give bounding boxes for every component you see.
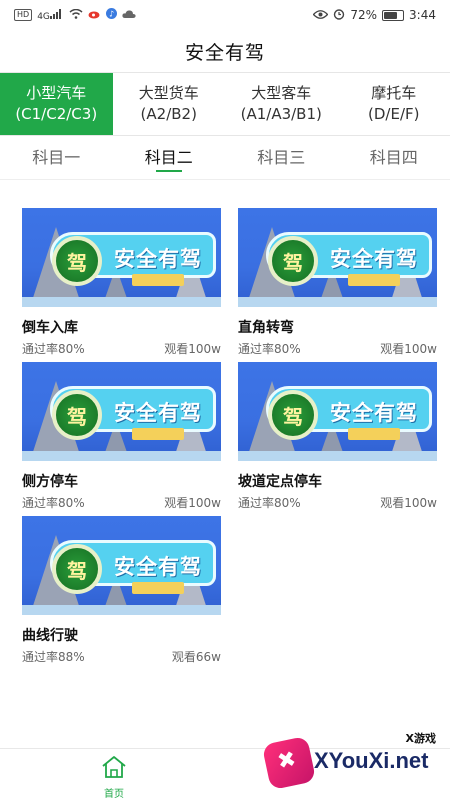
emblem-logo: 驾 (268, 236, 318, 286)
view-count: 观看100w (380, 342, 437, 356)
view-count: 观看100w (164, 342, 221, 356)
tab-subject-3[interactable]: 科目三 (225, 136, 338, 180)
tab-license-code: (C1/C2/C3) (15, 105, 98, 123)
thumbnail-title: 安全有驾 (114, 247, 202, 271)
svg-text:♪: ♪ (109, 10, 114, 19)
video-meta: 通过率88% 观看66w (22, 649, 221, 665)
view-count: 观看66w (171, 650, 221, 664)
vehicle-category-tabs: 小型汽车 (C1/C2/C3) 大型货车 (A2/B2) 大型客车 (A1/A3… (0, 72, 450, 136)
video-thumbnail[interactable]: 驾 安全有驾 (22, 516, 221, 615)
view-count: 观看100w (164, 496, 221, 510)
status-left: HD 4G ♪ (14, 8, 136, 22)
video-card[interactable]: 驾 安全有驾 侧方停车 通过率80% 观看100w (22, 362, 221, 516)
tab-license-code: (A1/A3/B1) (240, 105, 322, 123)
tab-motorcycle[interactable]: 摩托车 (D/E/F) (338, 73, 450, 135)
emblem-logo: 驾 (52, 236, 102, 286)
tab-subject-4[interactable]: 科目四 (338, 136, 450, 180)
pass-rate: 通过率80% (22, 342, 85, 356)
video-title: 曲线行驶 (22, 628, 78, 644)
video-meta: 通过率80% 观看100w (238, 341, 437, 357)
pass-rate: 通过率88% (22, 650, 85, 664)
signal-icon: 4G (37, 8, 64, 22)
video-thumbnail[interactable]: 驾 安全有驾 (238, 362, 437, 461)
watermark-top-text: X游戏 (405, 732, 436, 745)
thumbnail-subtitle-bar (348, 428, 400, 440)
weibo-icon (88, 8, 101, 22)
hd-indicator: HD (14, 9, 33, 21)
thumbnail-subtitle-bar (132, 428, 184, 440)
clock: 3:44 (409, 8, 436, 22)
tab-label: 大型客车 (251, 84, 312, 102)
nav-home-label: 首页 (104, 789, 124, 800)
watermark-main-text: XYouXi.net (314, 748, 429, 773)
video-card[interactable]: 驾 安全有驾 直角转弯 通过率80% 观看100w (238, 208, 437, 362)
video-thumbnail[interactable]: 驾 安全有驾 (22, 208, 221, 307)
status-bar: HD 4G ♪ 72% 3:44 (0, 0, 450, 30)
wifi-icon (69, 8, 83, 22)
video-title: 侧方停车 (22, 474, 78, 490)
video-thumbnail[interactable]: 驾 安全有驾 (22, 362, 221, 461)
alarm-icon (333, 8, 345, 23)
thumbnail-title: 安全有驾 (330, 247, 418, 271)
video-grid: 驾 安全有驾 倒车入库 通过率80% 观看100w 驾 安全有驾 直角转弯 通过… (0, 180, 450, 670)
tab-label: 大型货车 (138, 84, 199, 102)
tab-large-bus[interactable]: 大型客车 (A1/A3/B1) (225, 73, 338, 135)
eye-icon (312, 8, 329, 22)
pass-rate: 通过率80% (22, 496, 85, 510)
video-thumbnail[interactable]: 驾 安全有驾 (238, 208, 437, 307)
thumbnail-title: 安全有驾 (114, 555, 202, 579)
network-type: 4G (37, 11, 50, 22)
xyouxi-logo (261, 735, 317, 791)
video-title: 直角转弯 (238, 320, 294, 336)
battery-icon (382, 9, 405, 21)
thumbnail-subtitle-bar (348, 274, 400, 286)
video-meta: 通过率80% 观看100w (22, 495, 221, 511)
emblem-logo: 驾 (52, 390, 102, 440)
view-count: 观看100w (380, 496, 437, 510)
video-card[interactable]: 驾 安全有驾 曲线行驶 通过率88% 观看66w (22, 516, 221, 670)
tab-license-code: (D/E/F) (368, 105, 420, 123)
cloud-icon (122, 8, 136, 22)
video-title: 倒车入库 (22, 320, 78, 336)
thumbnail-subtitle-bar (132, 274, 184, 286)
page-title: 安全有驾 (184, 41, 265, 64)
emblem-logo: 驾 (52, 544, 102, 594)
nav-home[interactable]: 首页 (92, 755, 136, 800)
tab-label: 小型汽车 (26, 84, 87, 102)
home-icon (101, 755, 127, 783)
pass-rate: 通过率80% (238, 342, 301, 356)
status-right: 72% 3:44 (312, 8, 436, 23)
tab-small-car[interactable]: 小型汽车 (C1/C2/C3) (0, 73, 113, 135)
thumbnail-title: 安全有驾 (114, 401, 202, 425)
tab-subject-1[interactable]: 科目一 (0, 136, 113, 180)
tab-large-truck[interactable]: 大型货车 (A2/B2) (113, 73, 226, 135)
music-icon: ♪ (105, 8, 117, 22)
pass-rate: 通过率80% (238, 496, 301, 510)
tab-label: 摩托车 (371, 84, 417, 102)
thumbnail-title: 安全有驾 (330, 401, 418, 425)
video-meta: 通过率80% 观看100w (22, 341, 221, 357)
tab-subject-2[interactable]: 科目二 (113, 136, 226, 180)
thumbnail-subtitle-bar (132, 582, 184, 594)
video-card[interactable]: 驾 安全有驾 倒车入库 通过率80% 观看100w (22, 208, 221, 362)
watermark: X游戏 XYouXi.net (261, 730, 446, 794)
video-card[interactable]: 驾 安全有驾 坡道定点停车 通过率80% 观看100w (238, 362, 437, 516)
battery-percent: 72% (350, 8, 378, 22)
subject-tabs: 科目一 科目二 科目三 科目四 (0, 136, 450, 180)
video-title: 坡道定点停车 (238, 474, 322, 490)
app-header: 安全有驾 (0, 30, 450, 72)
tab-license-code: (A2/B2) (140, 105, 197, 123)
video-meta: 通过率80% 观看100w (238, 495, 437, 511)
emblem-logo: 驾 (268, 390, 318, 440)
